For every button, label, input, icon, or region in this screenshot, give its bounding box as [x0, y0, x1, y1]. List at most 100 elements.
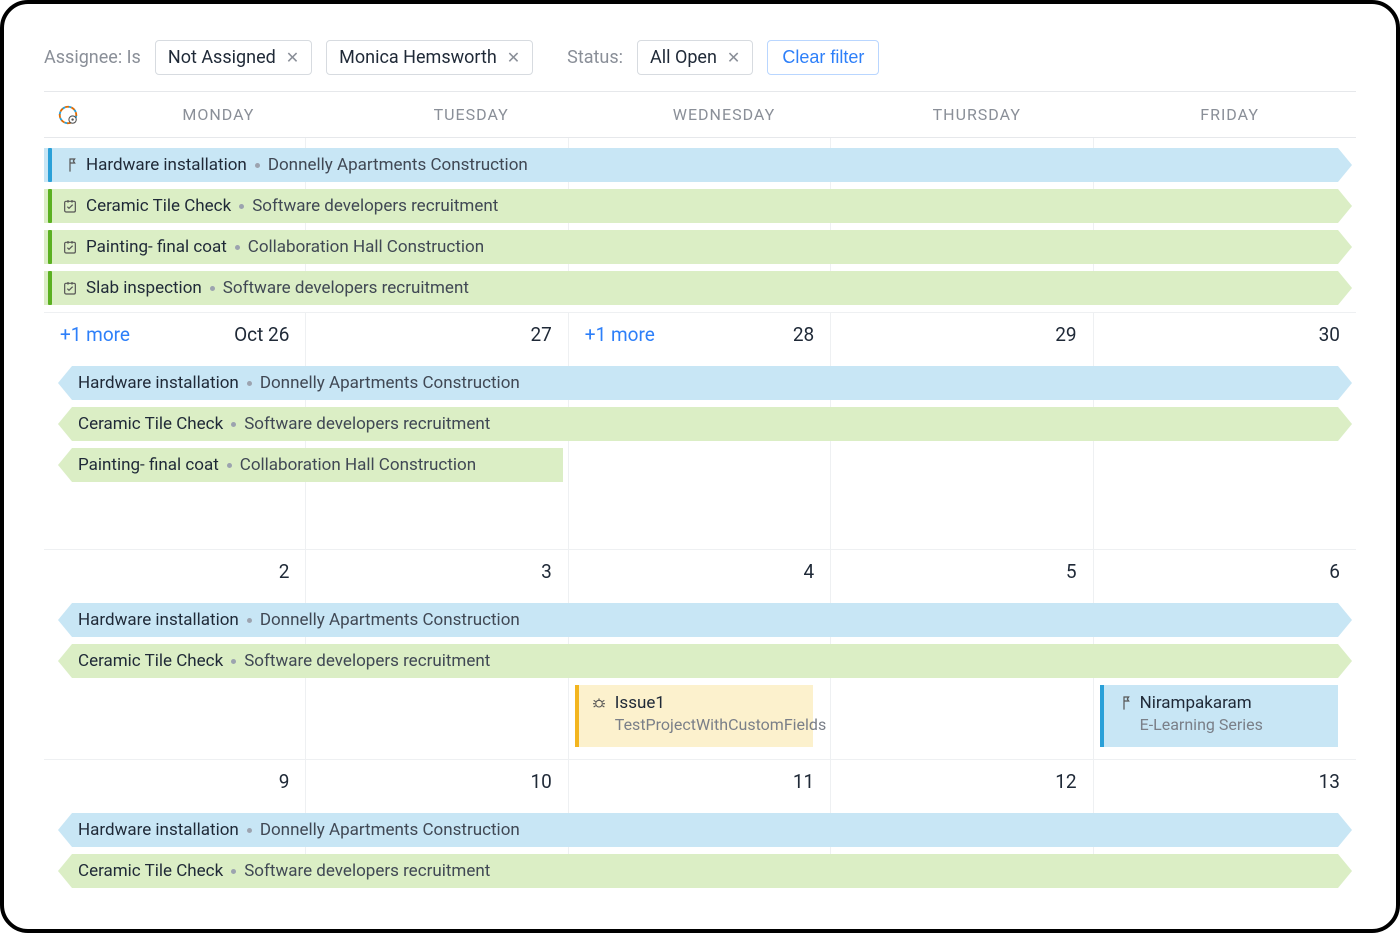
date-row: 23 45 6	[44, 549, 1356, 593]
event-project: Collaboration Hall Construction	[248, 237, 484, 257]
date-label: 29	[1055, 323, 1076, 346]
separator-dot	[247, 618, 252, 623]
clear-filter-button[interactable]: Clear filter	[767, 40, 879, 75]
milestone-icon	[1116, 695, 1132, 711]
date-cell[interactable]: 6	[1094, 550, 1356, 593]
calendar-header: MONDAY TUESDAY WEDNESDAY THURSDAY FRIDAY	[44, 92, 1356, 138]
event-title: Ceramic Tile Check	[78, 861, 223, 881]
calendar-week: Hardware installation Donnelly Apartments…	[44, 356, 1356, 593]
more-link[interactable]: +1 more	[585, 323, 655, 346]
date-label: 10	[530, 770, 551, 793]
date-cell[interactable]: 3	[306, 550, 568, 593]
event-project: Software developers recruitment	[223, 278, 469, 298]
calendar-event[interactable]: Ceramic Tile Check Software developers re…	[72, 854, 1338, 888]
chip-label: Not Assigned	[168, 47, 276, 68]
event-project: Software developers recruitment	[244, 651, 490, 671]
event-project: Software developers recruitment	[244, 861, 490, 881]
card-subtitle: E-Learning Series	[1116, 715, 1326, 734]
date-label: 9	[279, 770, 290, 793]
event-title: Painting- final coat	[86, 237, 227, 257]
calendar-event[interactable]: Hardware installationDonnelly Apartments…	[44, 148, 1338, 182]
chip-label: All Open	[650, 47, 717, 68]
date-label: 12	[1055, 770, 1076, 793]
date-cell[interactable]: +1 more 28	[569, 313, 831, 356]
dow-monday: MONDAY	[92, 105, 345, 124]
date-label: 4	[804, 560, 815, 583]
date-cell[interactable]: 13	[1094, 760, 1356, 803]
separator-dot	[235, 245, 240, 250]
more-link[interactable]: +1 more	[60, 323, 130, 346]
date-cell[interactable]: 11	[569, 760, 831, 803]
date-cell[interactable]: 10	[306, 760, 568, 803]
separator-dot	[231, 659, 236, 664]
event-project: Software developers recruitment	[252, 196, 498, 216]
event-title: Ceramic Tile Check	[78, 651, 223, 671]
dow-friday: FRIDAY	[1103, 105, 1356, 124]
calendar-event[interactable]: Hardware installation Donnelly Apartments…	[72, 366, 1338, 400]
date-row: 9 10 11 12 13	[44, 759, 1356, 803]
date-cell[interactable]: 5	[831, 550, 1093, 593]
event-title: Painting- final coat	[78, 455, 219, 475]
separator-dot	[239, 204, 244, 209]
calendar-card-event[interactable]: Nirampakaram E-Learning Series	[1100, 685, 1338, 747]
date-cell[interactable]: 2	[44, 550, 306, 593]
event-title: Hardware installation	[78, 373, 239, 393]
calendar-event[interactable]: Painting- final coat Collaboration Hall C…	[72, 448, 563, 482]
filter-assignee-label: Assignee: Is	[44, 47, 141, 68]
calendar-settings-icon[interactable]	[44, 92, 92, 137]
event-title: Slab inspection	[86, 278, 202, 298]
dow-thursday: THURSDAY	[850, 105, 1103, 124]
calendar-body: Hardware installation Donnelly Apartments…	[44, 138, 1356, 888]
dow-wednesday: WEDNESDAY	[598, 105, 851, 124]
task-icon	[62, 198, 78, 214]
separator-dot	[210, 286, 215, 291]
calendar-event[interactable]: Ceramic Tile Check Software developers re…	[44, 189, 1338, 223]
event-title: Hardware installation	[78, 820, 239, 840]
calendar-card-event[interactable]: Issue1TestProjectWithCustomFields	[575, 685, 813, 747]
calendar-event[interactable]: Ceramic Tile Check Software developers re…	[72, 644, 1338, 678]
date-cell[interactable]: 29	[831, 313, 1093, 356]
event-project: Collaboration Hall Construction	[240, 455, 476, 475]
calendar-week: Hardware installationDonnelly Apartments…	[44, 593, 1356, 803]
event-title: Ceramic Tile Check	[86, 196, 231, 216]
bug-icon	[591, 695, 607, 711]
calendar-event[interactable]: Slab inspection Software developers recru…	[44, 271, 1338, 305]
date-label: 28	[793, 323, 814, 346]
calendar-event[interactable]: Painting- final coat Collaboration Hall C…	[44, 230, 1338, 264]
date-cell[interactable]: 27	[306, 313, 568, 356]
close-icon[interactable]: ✕	[286, 50, 299, 66]
filter-status-label: Status:	[567, 47, 623, 68]
card-title: Nirampakaram	[1140, 693, 1252, 713]
event-project: Donnelly Apartments Construction	[260, 373, 520, 393]
date-label: 2	[279, 560, 290, 583]
close-icon[interactable]: ✕	[727, 50, 740, 66]
date-label: 6	[1329, 560, 1340, 583]
date-cell[interactable]: +1 moreOct 26	[44, 313, 306, 356]
task-icon	[62, 280, 78, 296]
calendar-event[interactable]: Ceramic Tile CheckSoftware developers re…	[72, 407, 1338, 441]
card-title: Issue1	[615, 693, 665, 713]
event-project: Software developers recruitment	[244, 414, 490, 434]
task-icon	[62, 239, 78, 255]
date-cell[interactable]: 4	[569, 550, 831, 593]
date-label: 13	[1319, 770, 1340, 793]
separator-dot	[247, 828, 252, 833]
dow-tuesday: TUESDAY	[345, 105, 598, 124]
date-row: +1 moreOct 2627 +1 more 28 29 30	[44, 312, 1356, 356]
separator-dot	[247, 381, 252, 386]
date-cell[interactable]: 30	[1094, 313, 1356, 356]
separator-dot	[227, 463, 232, 468]
milestone-icon	[62, 157, 78, 173]
date-cell[interactable]: 9	[44, 760, 306, 803]
separator-dot	[231, 869, 236, 874]
event-title: Hardware installation	[78, 610, 239, 630]
filter-chip-status-0[interactable]: All Open ✕	[637, 40, 753, 75]
calendar-event[interactable]: Hardware installationDonnelly Apartments…	[72, 603, 1338, 637]
calendar-event[interactable]: Hardware installationDonnelly Apartments…	[72, 813, 1338, 847]
close-icon[interactable]: ✕	[507, 50, 520, 66]
date-cell[interactable]: 12	[831, 760, 1093, 803]
separator-dot	[231, 422, 236, 427]
filter-chip-assignee-0[interactable]: Not Assigned ✕	[155, 40, 312, 75]
filter-chip-assignee-1[interactable]: Monica Hemsworth ✕	[326, 40, 533, 75]
date-label: 11	[793, 770, 814, 793]
